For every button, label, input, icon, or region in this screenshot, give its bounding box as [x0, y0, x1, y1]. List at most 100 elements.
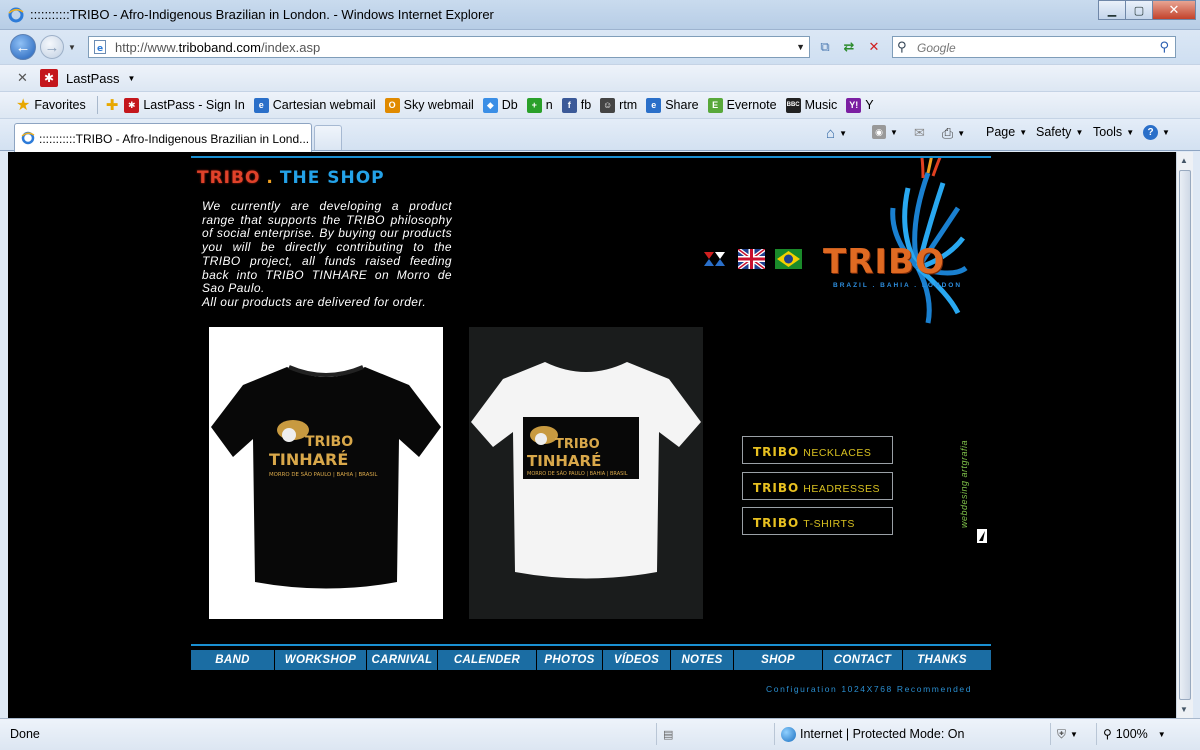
window-title: :::::::::::TRIBO - Afro-Indigenous Brazi…: [30, 7, 494, 22]
ie-logo-icon: [8, 7, 24, 23]
home-button[interactable]: ⌂ ▼: [826, 125, 847, 142]
favorites-button[interactable]: ★ Favorites: [16, 95, 86, 115]
scroll-thumb[interactable]: [1179, 170, 1191, 700]
favorite-label: n: [545, 98, 553, 112]
forward-button[interactable]: →: [40, 35, 64, 59]
add-favorite-icon[interactable]: ✚: [106, 96, 119, 114]
page-menu[interactable]: Page ▼: [986, 125, 1027, 139]
scroll-up-icon[interactable]: ▲: [1180, 156, 1188, 165]
chevron-down-icon: ▼: [839, 129, 847, 138]
page-viewport: TRIBO. THE SHOP We currently are developi…: [8, 152, 1176, 718]
favorite-item[interactable]: ◆ Db: [482, 97, 518, 113]
svg-text:MORRO DE SÃO PAULO | BAHIA | B: MORRO DE SÃO PAULO | BAHIA | BRASIL: [269, 471, 377, 478]
lastpass-label: LastPass: [66, 70, 120, 86]
nav-item[interactable]: WORKSHOP: [275, 650, 367, 670]
tab-tribo[interactable]: :::::::::::TRIBO - Afro-Indigenous Brazi…: [14, 123, 312, 152]
artgrafia-icon: [977, 529, 987, 543]
vertical-scrollbar[interactable]: ▲ ▼: [1176, 152, 1193, 718]
nav-item[interactable]: SHOP: [734, 650, 823, 670]
favorite-label: Cartesian webmail: [272, 98, 376, 112]
nav-item[interactable]: CALENDER: [438, 650, 537, 670]
scroll-down-icon[interactable]: ▼: [1180, 705, 1188, 714]
white-tshirt-image[interactable]: TRIBO TINHARÉ MORRO DE SÃO PAULO | BAHIA…: [469, 327, 703, 619]
ie-page-icon: [21, 131, 35, 145]
print-button[interactable]: ⎙ ▼: [942, 125, 965, 142]
portugal-flag-icon[interactable]: [701, 249, 728, 269]
favorite-item[interactable]: e Share: [646, 97, 699, 113]
back-button[interactable]: ←: [10, 34, 36, 60]
favorite-label: Evernote: [726, 98, 777, 112]
logo-subtitle: BRAZIL . BAHIA . LONDON: [833, 282, 963, 289]
nav-item[interactable]: CARNIVAL: [367, 650, 438, 670]
minimize-icon: ▁: [1107, 4, 1117, 17]
chevron-down-icon: ▼: [1162, 128, 1170, 137]
url-input[interactable]: e http://www.triboband.com/index.asp ▼: [88, 36, 810, 58]
favorite-item[interactable]: + n: [526, 97, 553, 113]
minimize-button[interactable]: ▁: [1098, 0, 1126, 20]
favorite-item[interactable]: BBC Music: [785, 97, 837, 113]
nav-item[interactable]: BAND: [191, 650, 275, 670]
svg-text:MORRO DE SÃO PAULO | BAHIA | B: MORRO DE SÃO PAULO | BAHIA | BRASIL: [527, 470, 628, 477]
favorite-item[interactable]: E Evernote: [707, 97, 777, 113]
history-dropdown-icon[interactable]: ▼: [68, 43, 76, 52]
favorite-item[interactable]: f fb: [561, 97, 592, 113]
maximize-button[interactable]: ▢: [1125, 0, 1153, 20]
nav-item[interactable]: THANKS: [903, 650, 981, 670]
favorite-icon: E: [707, 97, 723, 113]
favorite-item[interactable]: O Sky webmail: [384, 97, 474, 113]
lastpass-menu[interactable]: ✱ LastPass ▼: [40, 69, 135, 87]
brazil-flag-icon[interactable]: [775, 249, 802, 269]
favorite-icon: ✱: [124, 97, 140, 113]
page-title: TRIBO. THE SHOP: [197, 168, 385, 188]
close-toolbar-icon[interactable]: ✕: [17, 70, 28, 86]
help-button[interactable]: ? ▼: [1143, 125, 1170, 140]
favorite-item[interactable]: Y! Y: [846, 97, 874, 113]
favorite-label: fb: [580, 98, 592, 112]
headresses-button[interactable]: TRIBO HEADRESSES: [742, 472, 893, 500]
lastpass-toolbar: ✕ ✱ LastPass ▼: [0, 64, 1200, 91]
favorite-label: LastPass - Sign In: [143, 98, 245, 112]
protected-mode-button[interactable]: ⛨ ▼: [1050, 723, 1096, 745]
favorite-icon: e: [253, 97, 269, 113]
favorite-item[interactable]: ☺ rtm: [600, 97, 637, 113]
search-input[interactable]: ⚲ Google ⚲: [892, 36, 1176, 58]
refresh-icon: ⇄: [843, 39, 855, 54]
favorite-icon: +: [526, 97, 542, 113]
page-status-icon: ▤: [663, 728, 674, 741]
status-text: Done: [10, 727, 40, 741]
uk-flag-icon[interactable]: [738, 249, 765, 269]
stop-button[interactable]: ✕: [864, 37, 884, 57]
mail-button[interactable]: ✉: [914, 125, 925, 141]
nav-item[interactable]: CONTACT: [823, 650, 903, 670]
favorite-item[interactable]: ✱ LastPass - Sign In: [124, 97, 245, 113]
close-button[interactable]: ✕: [1152, 0, 1196, 20]
nav-item[interactable]: NOTES: [671, 650, 734, 670]
svg-text:TINHARÉ: TINHARÉ: [527, 451, 601, 470]
search-icon[interactable]: ⚲: [1159, 39, 1169, 55]
rss-icon: ◉: [872, 125, 886, 139]
svg-text:TINHARÉ: TINHARÉ: [269, 450, 348, 469]
nav-item[interactable]: VÍDEOS: [603, 650, 671, 670]
black-tshirt-image[interactable]: TRIBO TINHARÉ MORRO DE SÃO PAULO | BAHIA…: [209, 327, 443, 619]
bottom-divider: [191, 644, 991, 646]
favorite-item[interactable]: e Cartesian webmail: [253, 97, 376, 113]
nav-item[interactable]: PHOTOS: [537, 650, 603, 670]
chevron-down-icon: ▼: [127, 73, 136, 83]
tribo-site: TRIBO. THE SHOP We currently are developi…: [191, 152, 991, 718]
security-zone[interactable]: Internet | Protected Mode: On: [774, 723, 1044, 745]
new-tab-button[interactable]: [314, 125, 342, 150]
favorite-icon: Y!: [846, 97, 862, 113]
safety-menu[interactable]: Safety ▼: [1036, 125, 1083, 139]
zoom-control[interactable]: ⚲ 100% ▼: [1096, 723, 1186, 745]
zoom-level: 100%: [1115, 727, 1148, 741]
necklaces-button[interactable]: TRIBO NECKLACES: [742, 436, 893, 464]
url-dropdown-icon[interactable]: ▼: [796, 42, 805, 52]
white-tshirt-graphic: TRIBO TINHARÉ MORRO DE SÃO PAULO | BAHIA…: [471, 362, 701, 579]
tools-menu[interactable]: Tools ▼: [1093, 125, 1134, 139]
tshirts-button[interactable]: TRIBO T-SHIRTS: [742, 507, 893, 535]
svg-text:TRIBO: TRIBO: [305, 434, 353, 450]
refresh-button[interactable]: ⇄: [839, 37, 859, 57]
help-icon: ?: [1143, 125, 1158, 140]
compatibility-view-button[interactable]: ⧉: [815, 37, 835, 57]
feeds-button[interactable]: ◉ ▼: [872, 125, 898, 139]
